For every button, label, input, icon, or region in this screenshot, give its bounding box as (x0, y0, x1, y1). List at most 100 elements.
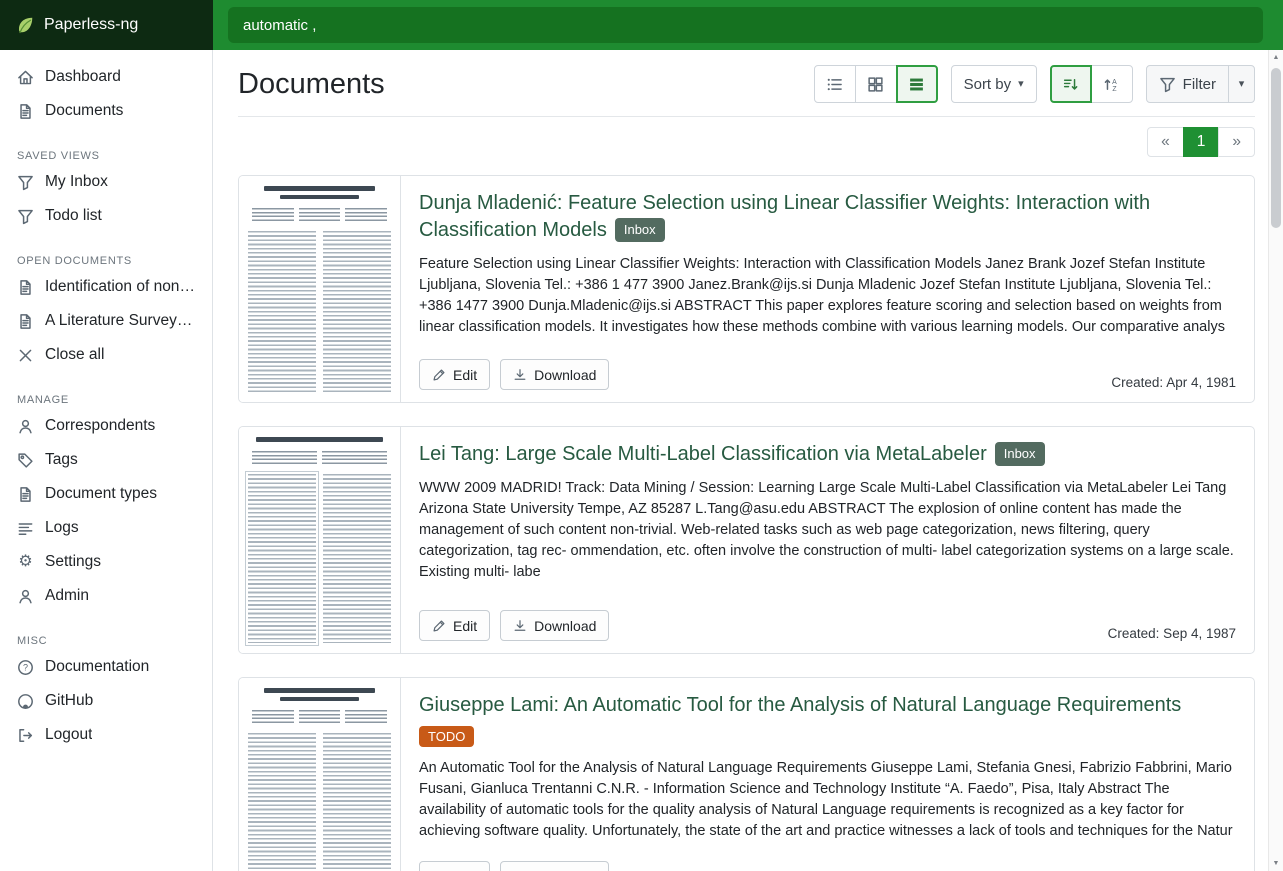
sidebar-item-label: Settings (45, 553, 101, 571)
detail-view-icon (908, 76, 925, 93)
pagination: « 1 » (238, 127, 1255, 157)
tag-badge-todo[interactable]: TODO (419, 726, 474, 747)
sort-by-label: Sort by (964, 76, 1012, 93)
file-icon (17, 279, 34, 296)
sidebar-item-label: Documents (45, 102, 123, 120)
view-mode-group (814, 65, 938, 103)
document-title-link[interactable]: Lei Tang: Large Scale Multi-Label Classi… (419, 443, 987, 465)
document-excerpt: WWW 2009 MADRID! Track: Data Mining / Se… (419, 478, 1236, 583)
sidebar-item-label: Logout (45, 726, 92, 744)
sidebar-item-settings[interactable]: ⚙ Settings (0, 545, 212, 579)
file-icon (17, 486, 34, 503)
document-thumbnail[interactable] (239, 176, 401, 402)
file-icon (17, 313, 34, 330)
scroll-up-arrow[interactable]: ▲ (1269, 50, 1283, 65)
download-label: Download (534, 618, 596, 634)
chevron-down-icon: ▾ (1018, 79, 1024, 90)
filter-button[interactable]: Filter (1146, 65, 1229, 103)
edit-label: Edit (453, 618, 477, 634)
view-grid-button[interactable] (855, 65, 897, 103)
view-detail-button[interactable] (896, 65, 938, 103)
edit-button[interactable]: Edit (419, 610, 490, 641)
download-label: Download (534, 367, 596, 383)
sidebar-item-admin[interactable]: Admin (0, 579, 212, 613)
sidebar-item-label: Identification of non-fu... (45, 278, 195, 296)
document-title-link[interactable]: Giuseppe Lami: An Automatic Tool for the… (419, 694, 1181, 716)
person-icon (17, 418, 34, 435)
scrollbar-thumb[interactable] (1271, 68, 1281, 228)
created-date: Created: Apr 4, 1981 (1111, 375, 1236, 390)
filter-dropdown-toggle[interactable]: ▾ (1228, 65, 1255, 103)
sidebar-item-label: Admin (45, 587, 89, 605)
sidebar-item-label: GitHub (45, 692, 93, 710)
pagination-prev[interactable]: « (1147, 127, 1184, 157)
sidebar-item-logout[interactable]: Logout (0, 718, 212, 752)
chevron-down-icon: ▾ (1239, 79, 1245, 90)
sidebar-item-logs[interactable]: Logs (0, 511, 212, 545)
documents-icon (17, 103, 34, 120)
download-button[interactable]: Download (500, 861, 609, 871)
grid-view-icon (867, 76, 884, 93)
sidebar-item-label: Correspondents (45, 417, 155, 435)
filter-split-button: Filter ▾ (1146, 65, 1255, 103)
list-view-icon (826, 76, 843, 93)
edit-button[interactable]: Edit (419, 359, 490, 390)
edit-button[interactable]: Edit (419, 861, 490, 871)
search-bar-area (213, 0, 1283, 50)
sidebar-item-label: Todo list (45, 207, 102, 225)
sidebar-item-github[interactable]: GitHub (0, 684, 212, 718)
document-title: Lei Tang: Large Scale Multi-Label Classi… (419, 441, 1236, 468)
logout-icon (17, 727, 34, 744)
document-card-body: Dunja Mladenić: Feature Selection using … (401, 176, 1254, 402)
card-footer: Edit Download Created: Sep 4, 1987 (419, 610, 1236, 641)
tag-badge-inbox[interactable]: Inbox (615, 218, 665, 242)
card-footer: Edit Download (419, 861, 1236, 871)
edit-label: Edit (453, 367, 477, 383)
sidebar-item-tags[interactable]: Tags (0, 443, 212, 477)
top-navbar: Paperless-ng (0, 0, 1283, 50)
sidebar-item-label: Documentation (45, 658, 149, 676)
sidebar-item-my-inbox[interactable]: My Inbox (0, 165, 212, 199)
sidebar-item-open-document-2[interactable]: A Literature Survey on ... (0, 304, 212, 338)
main-content: Documents Sort by ▾ (213, 50, 1283, 871)
sort-by-dropdown[interactable]: Sort by ▾ (951, 65, 1037, 103)
page-title: Documents (238, 68, 385, 101)
scrollbar[interactable]: ▲ ▼ (1268, 50, 1283, 871)
sidebar-item-correspondents[interactable]: Correspondents (0, 409, 212, 443)
document-card: Giuseppe Lami: An Automatic Tool for the… (238, 677, 1255, 871)
sidebar-item-documents[interactable]: Documents (0, 94, 212, 128)
sidebar-item-documentation[interactable]: Documentation (0, 650, 212, 684)
sort-descending-button[interactable] (1050, 65, 1092, 103)
sidebar-item-close-all[interactable]: Close all (0, 338, 212, 372)
sidebar-item-label: Close all (45, 346, 104, 364)
scroll-down-arrow[interactable]: ▼ (1269, 856, 1283, 871)
view-table-button[interactable] (814, 65, 856, 103)
global-search-input[interactable] (228, 7, 1263, 43)
house-icon (17, 69, 34, 86)
sidebar-item-document-types[interactable]: Document types (0, 477, 212, 511)
sidebar-heading-misc: MISC (0, 629, 212, 650)
document-title: Giuseppe Lami: An Automatic Tool for the… (419, 692, 1236, 719)
tag-badge-inbox[interactable]: Inbox (995, 442, 1045, 466)
download-button[interactable]: Download (500, 610, 609, 641)
sidebar-item-dashboard[interactable]: Dashboard (0, 60, 212, 94)
brand[interactable]: Paperless-ng (0, 0, 213, 50)
close-icon (17, 347, 34, 364)
document-card: Lei Tang: Large Scale Multi-Label Classi… (238, 426, 1255, 654)
pencil-icon (432, 368, 446, 382)
document-excerpt: An Automatic Tool for the Analysis of Na… (419, 758, 1236, 842)
sidebar-item-todo-list[interactable]: Todo list (0, 199, 212, 233)
brand-name: Paperless-ng (44, 16, 138, 34)
sidebar-heading-saved-views: SAVED VIEWS (0, 144, 212, 165)
pagination-page-1[interactable]: 1 (1183, 127, 1220, 157)
document-thumbnail[interactable] (239, 427, 401, 653)
sidebar-item-label: Logs (45, 519, 79, 537)
sort-alpha-button[interactable] (1091, 65, 1133, 103)
download-button[interactable]: Download (500, 359, 609, 390)
sort-direction-group (1050, 65, 1133, 103)
document-thumbnail[interactable] (239, 678, 401, 871)
sidebar-item-open-document-1[interactable]: Identification of non-fu... (0, 270, 212, 304)
pagination-next[interactable]: » (1218, 127, 1255, 157)
document-title-link[interactable]: Dunja Mladenić: Feature Selection using … (419, 192, 1150, 241)
document-title: Dunja Mladenić: Feature Selection using … (419, 190, 1236, 244)
